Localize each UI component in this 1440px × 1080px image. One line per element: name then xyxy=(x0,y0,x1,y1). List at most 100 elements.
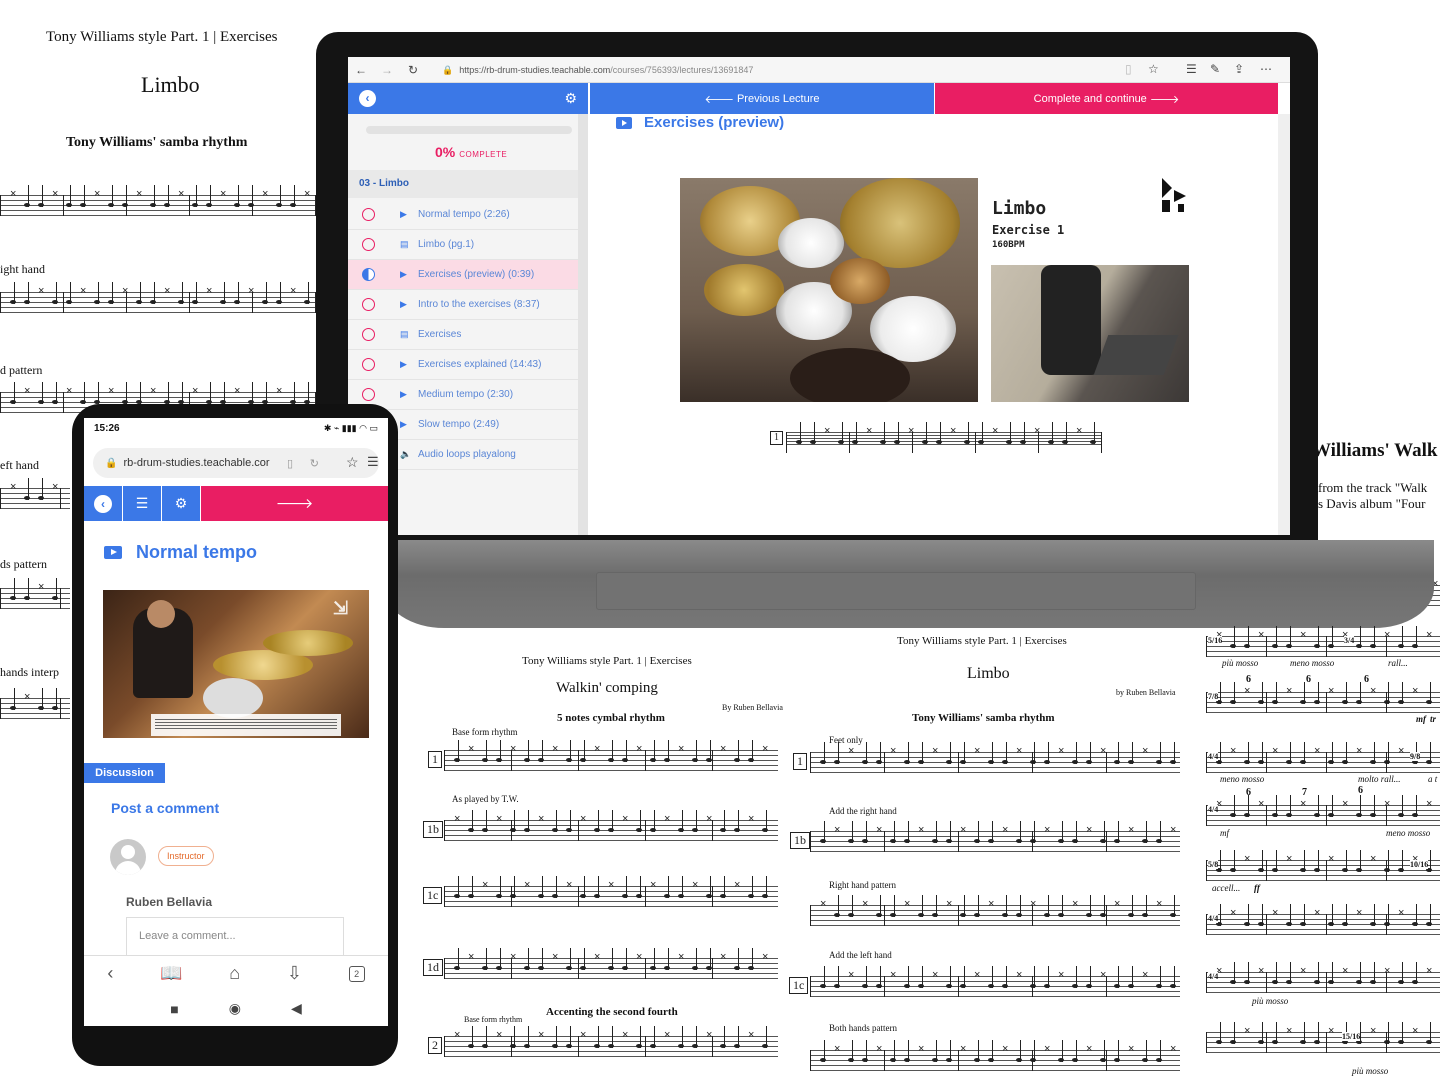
back-icon[interactable]: ← xyxy=(348,63,374,77)
note-glyph xyxy=(636,810,642,840)
tempo-marking: rall... xyxy=(1388,658,1408,668)
settings-gear-icon[interactable]: ⚙ xyxy=(564,90,577,107)
arrow-right-icon: 🡒 xyxy=(1149,93,1180,106)
home-icon[interactable]: ⌂ xyxy=(229,963,240,984)
note-glyph xyxy=(650,740,656,770)
content-scrollbar[interactable] xyxy=(1278,114,1290,535)
pen-icon[interactable]: ✎ xyxy=(1210,62,1220,76)
back-arrow-icon[interactable]: ‹ xyxy=(107,963,113,984)
not-started-icon xyxy=(362,238,375,251)
reload-icon[interactable]: ↻ xyxy=(310,457,319,470)
tabs-count-icon[interactable]: 2 xyxy=(348,965,365,982)
video-player[interactable]: Limbo Exercise 1 160BPM xyxy=(680,178,1190,402)
note-glyph: × xyxy=(678,743,685,755)
time-signature: 10/16 xyxy=(1410,860,1429,869)
settings-button[interactable]: ⚙ xyxy=(162,486,201,521)
bar-line xyxy=(1326,972,1327,993)
lecture-item[interactable]: ▶ Intro to the exercises (8:37) xyxy=(348,290,578,320)
note-glyph: × xyxy=(890,745,897,757)
recent-apps-icon[interactable]: ■ xyxy=(170,1001,178,1017)
note-glyph xyxy=(1426,742,1432,772)
note-glyph: × xyxy=(1426,629,1433,641)
lecture-item[interactable]: ▶ Normal tempo (2:26) xyxy=(348,200,578,230)
note-glyph xyxy=(1384,850,1390,880)
phone-address-bar[interactable]: 🔒 rb-drum-studies.teachable.cor ▯ ↻ xyxy=(93,448,379,478)
note-glyph xyxy=(1314,682,1320,712)
note-glyph xyxy=(1090,422,1096,452)
url-domain: https://rb-drum-studies.teachable.com xyxy=(459,65,611,75)
note-glyph: × xyxy=(720,951,727,963)
bar-line xyxy=(1032,976,1033,997)
sidebar-scrollbar[interactable] xyxy=(578,114,588,535)
system-back-icon[interactable]: ◀ xyxy=(291,1000,302,1017)
lecture-item[interactable]: ▶ Exercises (preview) (0:39) xyxy=(348,260,578,290)
favorite-star-icon[interactable]: ☆ xyxy=(1148,62,1159,76)
phone-video-player[interactable]: ⇲ xyxy=(103,590,369,738)
limbo-staff-3: × × × × × × × × × xyxy=(810,895,1180,927)
sheet-section: 5 notes cymbal rhythm xyxy=(557,712,665,724)
download-icon[interactable]: ⇩ xyxy=(287,963,302,984)
bar-line xyxy=(1106,976,1107,997)
note-glyph xyxy=(960,895,966,925)
note-glyph xyxy=(862,742,868,772)
note-glyph xyxy=(762,810,768,840)
not-started-icon xyxy=(362,388,375,401)
forward-icon[interactable]: → xyxy=(374,63,400,77)
lecture-item[interactable]: ▶ Exercises explained (14:43) xyxy=(348,350,578,380)
note-glyph: × xyxy=(692,879,699,891)
reload-icon[interactable]: ↻ xyxy=(400,63,426,77)
address-bar[interactable]: 🔒 https://rb-drum-studies.teachable.com … xyxy=(442,61,1162,79)
section-title: 03 - Limbo xyxy=(348,170,588,198)
video-type-icon: ▶ xyxy=(400,419,407,429)
lecture-item[interactable]: ▶ Medium tempo (2:30) xyxy=(348,380,578,410)
note-glyph: × xyxy=(1398,907,1405,919)
lecture-item[interactable]: ▤ Limbo (pg.1) xyxy=(348,230,578,260)
complete-and-continue-button[interactable]: Complete and continue 🡒 xyxy=(935,83,1278,114)
bookmarks-book-icon[interactable]: 📖 xyxy=(160,963,182,984)
note-glyph: × xyxy=(918,1043,925,1055)
lecture-item[interactable]: ▤ Exercises xyxy=(348,320,578,350)
note-glyph: × xyxy=(974,969,981,981)
note-glyph xyxy=(1328,904,1334,934)
note-glyph xyxy=(1286,742,1292,772)
note-glyph xyxy=(482,1026,488,1056)
discussion-tab[interactable]: Discussion xyxy=(84,763,165,783)
comment-input[interactable]: Leave a comment... xyxy=(126,917,344,957)
reading-view-icon[interactable]: ▯ xyxy=(1125,62,1132,76)
note-glyph xyxy=(890,895,896,925)
back-to-course-icon[interactable]: ‹ xyxy=(359,90,376,107)
favorite-star-icon[interactable]: ☆ xyxy=(346,454,359,471)
note-glyph xyxy=(1030,742,1036,772)
reader-icon[interactable]: ▯ xyxy=(287,457,293,470)
more-icon[interactable]: ⋯ xyxy=(1260,62,1272,76)
note-glyph: × xyxy=(220,188,227,200)
note-glyph: × xyxy=(734,879,741,891)
note-glyph xyxy=(904,742,910,772)
tuplet-number: 6 xyxy=(1364,674,1369,685)
next-lecture-button[interactable]: 🡒 xyxy=(201,486,388,521)
bar-line xyxy=(126,195,127,216)
note-glyph xyxy=(922,422,928,452)
note-glyph xyxy=(10,688,16,718)
bar-line xyxy=(884,976,885,997)
favorites-list-icon[interactable]: ☰ xyxy=(1186,62,1197,76)
note-glyph: × xyxy=(866,425,873,437)
note-glyph: × xyxy=(206,285,213,297)
bar-line xyxy=(1386,914,1387,935)
bar-line xyxy=(712,958,713,979)
note-glyph xyxy=(762,1026,768,1056)
note-glyph: × xyxy=(1258,798,1265,810)
previous-lecture-button[interactable]: 🡐 Previous Lecture xyxy=(590,83,934,114)
note-glyph xyxy=(890,821,896,851)
curriculum-list-button[interactable]: ☰ xyxy=(123,486,162,521)
note-glyph xyxy=(1300,850,1306,880)
note-glyph xyxy=(1272,682,1278,712)
menu-icon[interactable]: ☰ xyxy=(367,454,379,470)
home-circle-icon[interactable]: ◉ xyxy=(229,1000,241,1017)
share-icon[interactable]: ⇪ xyxy=(1234,62,1244,76)
note-glyph xyxy=(734,810,740,840)
note-glyph xyxy=(1398,682,1404,712)
note-glyph: × xyxy=(1370,685,1377,697)
left-sheet-subtitle: Tony Williams' samba rhythm xyxy=(66,135,248,150)
back-to-course-button[interactable]: ‹ xyxy=(84,486,123,521)
